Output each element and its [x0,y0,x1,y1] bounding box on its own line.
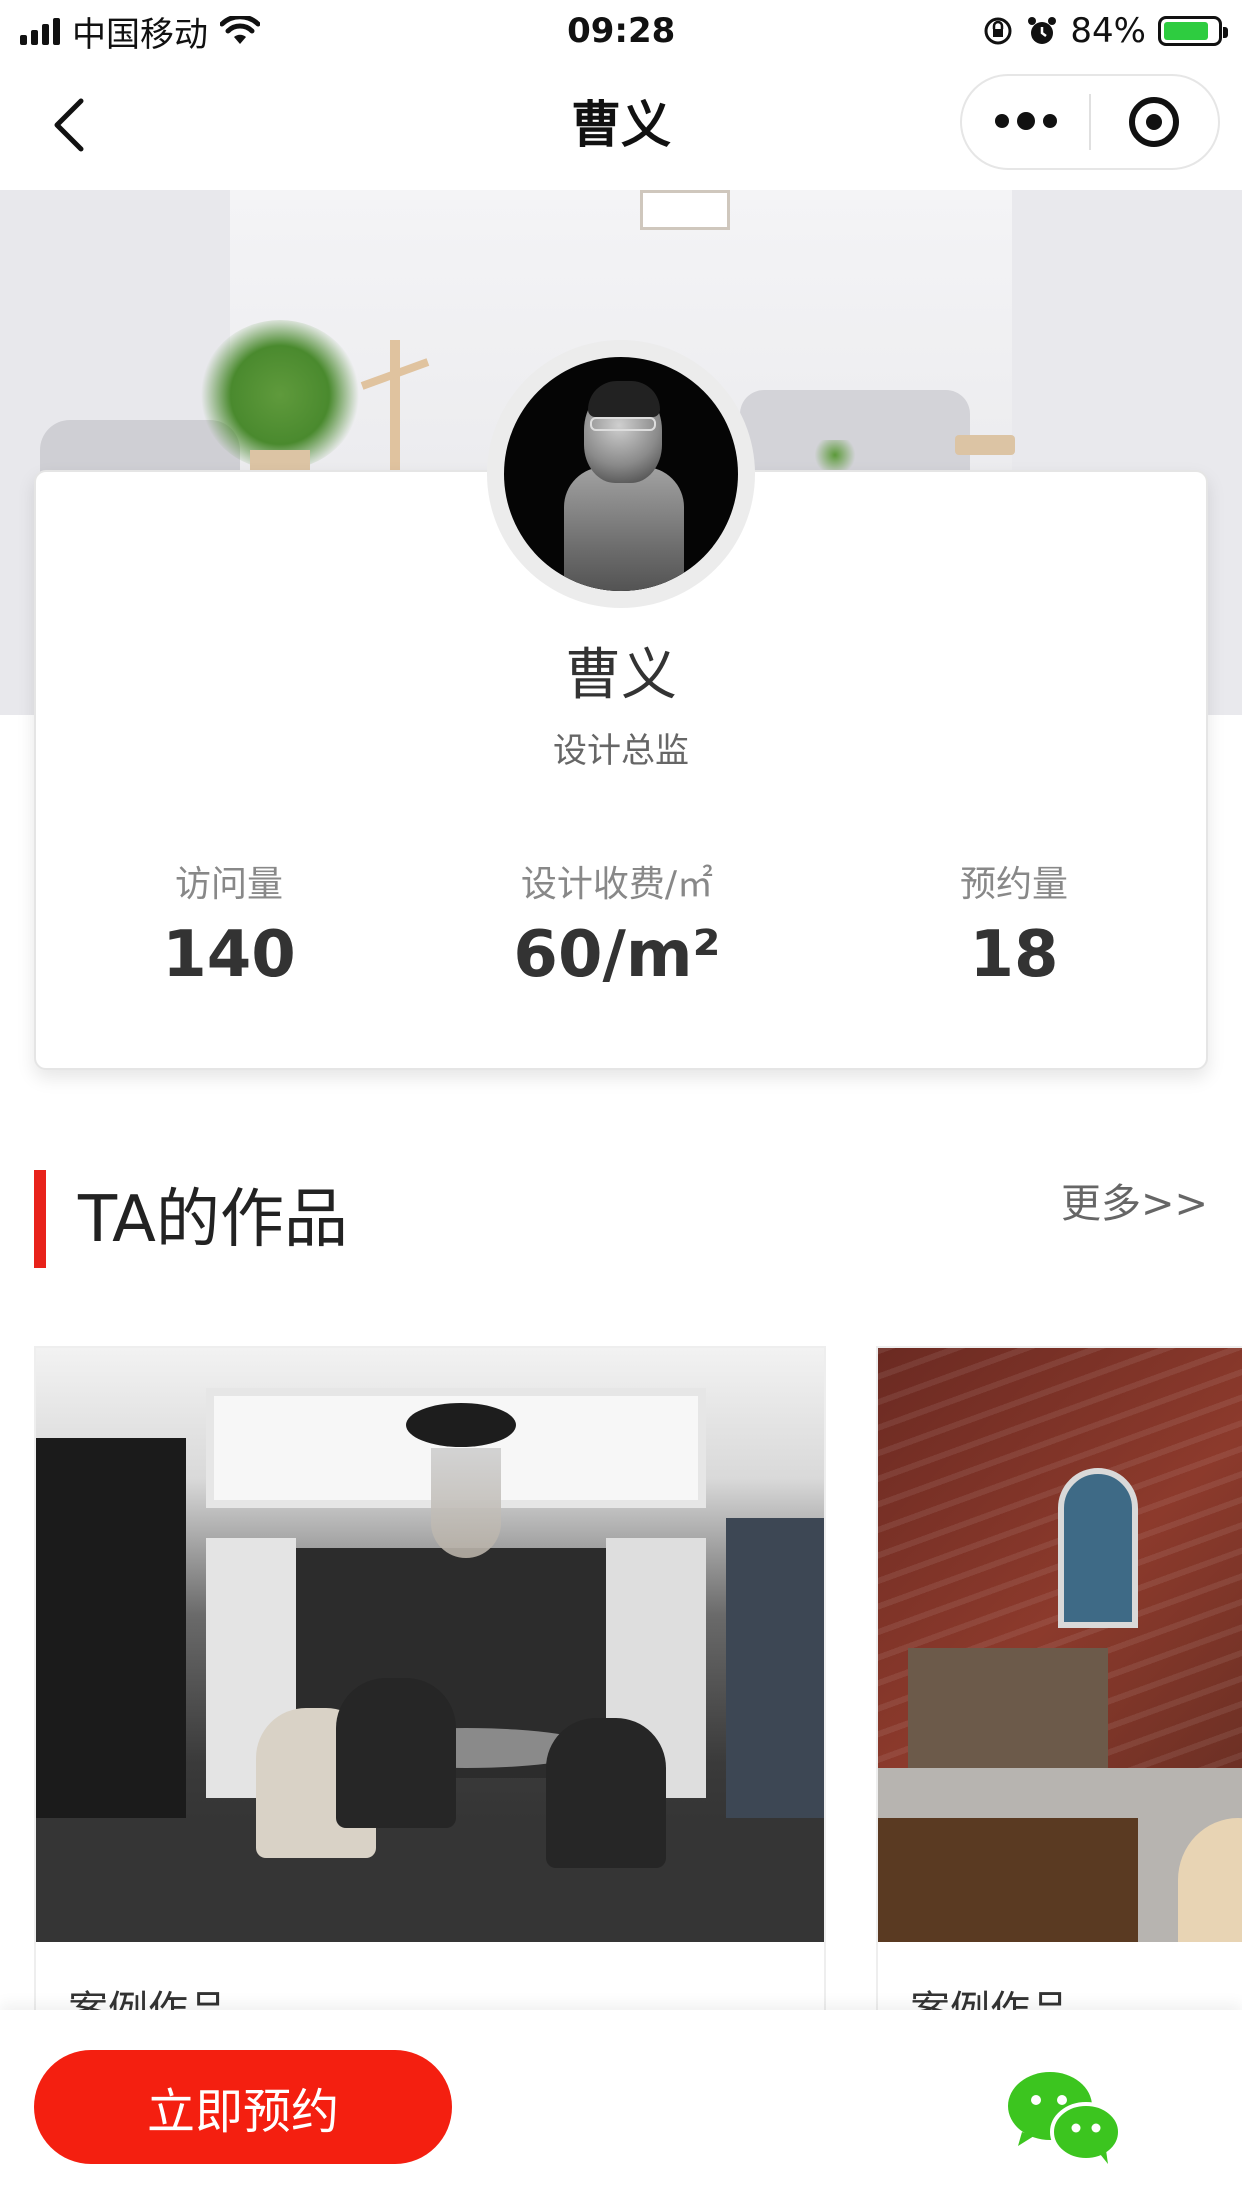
status-bar: 中国移动 09:28 84% [0,0,1242,62]
work-image-dining [36,1348,824,1942]
avatar-photo [504,357,738,591]
signal-icon [20,17,60,45]
battery-percent: 84% [1070,11,1146,51]
wechat-icon[interactable] [1000,2066,1124,2166]
avatar [487,340,755,608]
close-target-icon [1129,97,1180,147]
stats-row: 访问量 140 设计收费/㎡ 60/m² 预约量 18 [34,860,1208,1010]
status-right: 84% [982,11,1228,51]
stat-visits: 访问量 140 [59,860,399,1000]
more-button[interactable] [962,76,1089,168]
close-button[interactable] [1091,76,1218,168]
status-time: 09:28 [567,11,676,51]
more-works-link[interactable]: 更多>> [1061,1176,1208,1232]
nav-bar: 曹义 [0,62,1242,190]
stat-fee: 设计收费/㎡ 60/m² [447,860,787,1000]
more-dots-icon [994,112,1057,130]
carrier-label: 中国移动 [72,14,208,55]
mini-program-capsule [960,74,1220,170]
battery-icon [1158,16,1228,46]
stat-value: 18 [969,918,1059,992]
stat-label: 访问量 [174,864,283,905]
stat-label: 设计收费/㎡ [520,864,714,905]
designer-role: 设计总监 [553,731,689,771]
book-now-button[interactable]: 立即预约 [34,2050,452,2164]
alarm-icon [1028,17,1057,44]
works-section-title: TA的作品 [78,1183,348,1257]
stat-value: 140 [162,918,296,992]
bottom-action-bar: 立即预约 [0,2010,1242,2208]
designer-name: 曹义 [565,643,677,708]
status-left: 中国移动 [20,7,260,56]
stat-bookings: 预约量 18 [844,860,1184,1000]
rotation-lock-icon [984,17,1012,45]
work-image-cafe [878,1348,1242,1942]
stat-label: 预约量 [959,864,1068,905]
stat-value: 60/m² [513,918,721,992]
wifi-icon [220,16,260,44]
work-card[interactable]: 案例作品 [876,1346,1242,2046]
work-card[interactable]: 案例作品 [34,1346,826,2046]
section-accent-bar [34,1170,46,1268]
